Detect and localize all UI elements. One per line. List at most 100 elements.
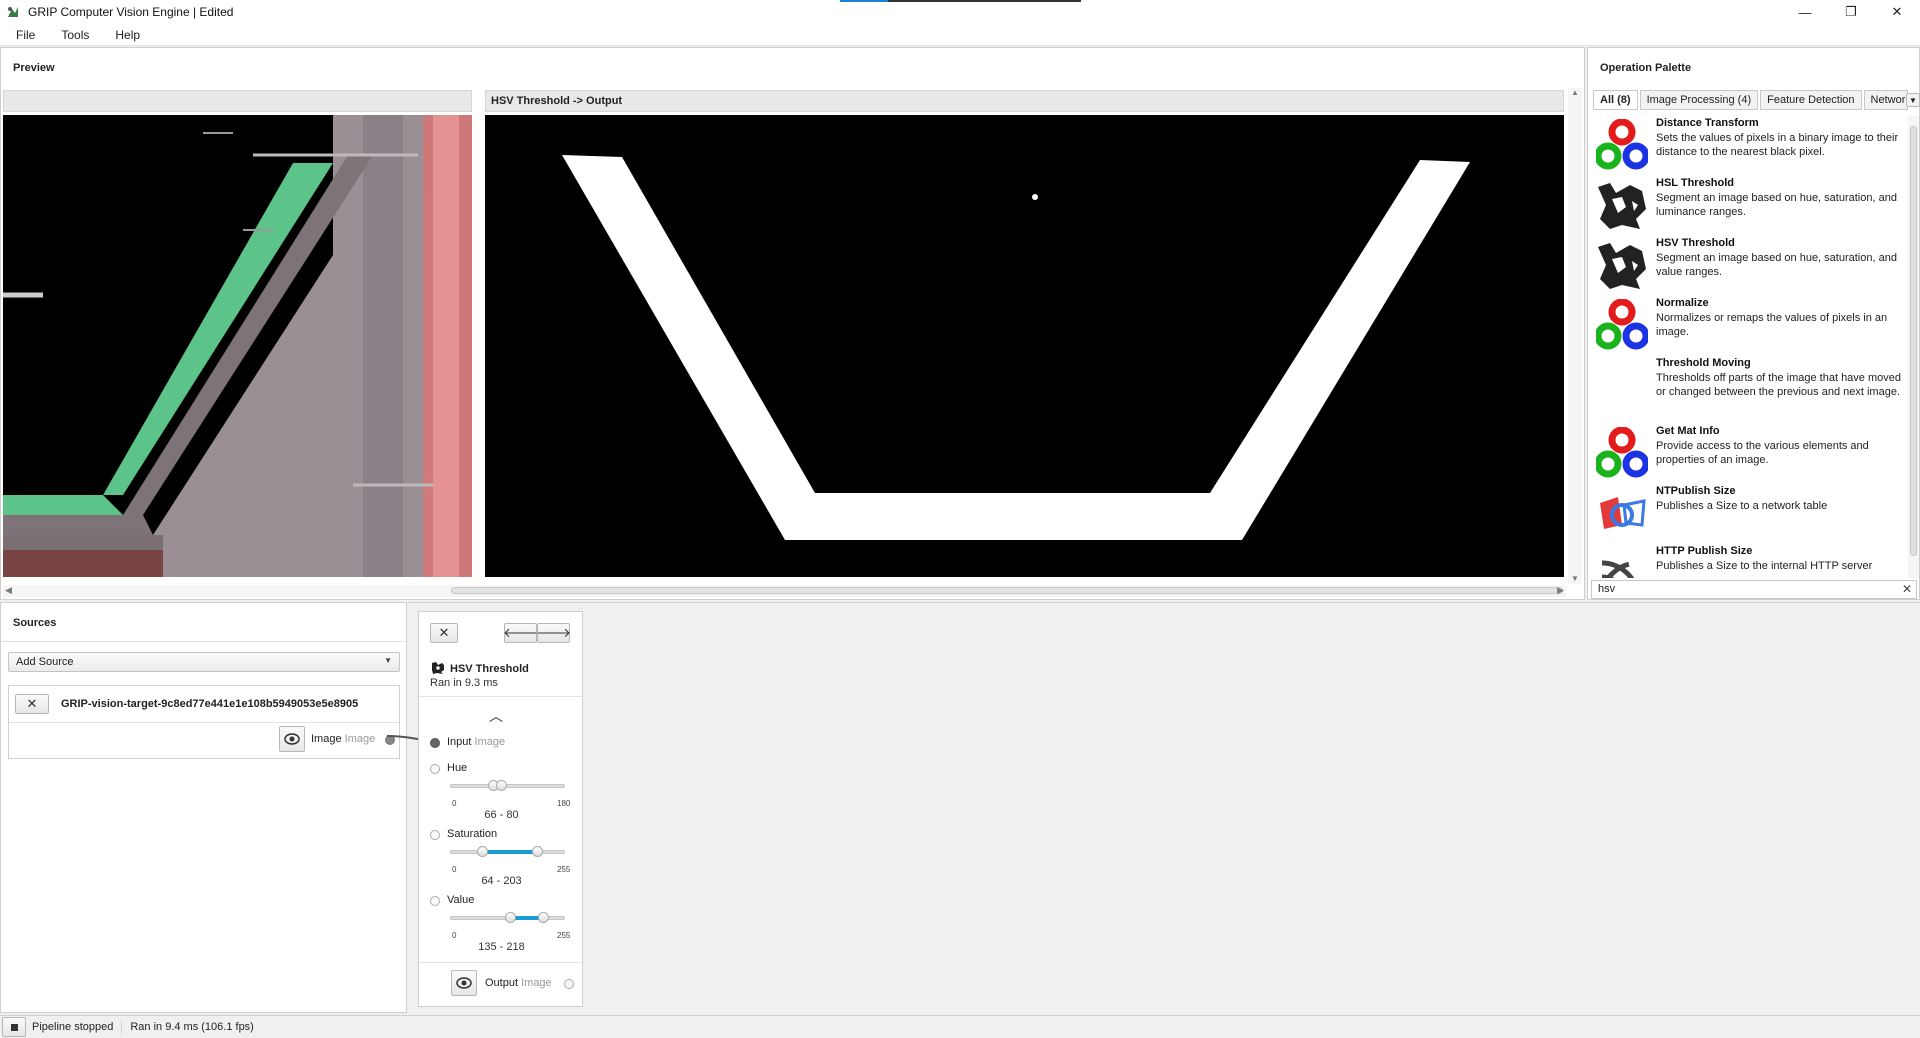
scroll-up-icon[interactable]: ▲ <box>1570 88 1580 98</box>
hue-slider[interactable] <box>450 780 565 791</box>
value-slider-low-handle[interactable] <box>505 912 516 923</box>
operation-name: Distance Transform <box>1656 117 1759 129</box>
add-source-dropdown[interactable]: Add Source ▼ <box>8 652 400 672</box>
hue-socket[interactable] <box>430 764 440 774</box>
threshold-icon <box>1596 179 1648 231</box>
saturation-slider-low-handle[interactable] <box>476 846 488 857</box>
operation-item[interactable]: NTPublish Size Publishes a Size to a net… <box>1596 485 1908 541</box>
operation-item[interactable]: Threshold Moving Thresholds off parts of… <box>1596 357 1908 425</box>
close-icon: ✕ <box>26 696 38 711</box>
saturation-slider-high-handle[interactable] <box>532 846 544 857</box>
clear-search-icon[interactable]: ✕ <box>1902 582 1912 596</box>
operation-name: NTPublish Size <box>1656 485 1736 497</box>
input-socket[interactable] <box>430 738 440 748</box>
saturation-range: 64 - 203 <box>481 875 522 887</box>
value-range: 135 - 218 <box>478 941 525 953</box>
scroll-down-icon[interactable]: ▼ <box>1570 574 1580 584</box>
output-socket[interactable] <box>564 979 574 989</box>
window-title: GRIP Computer Vision Engine | Edited <box>28 5 234 19</box>
saturation-socket[interactable] <box>430 830 440 840</box>
value-max: 255 <box>557 931 571 940</box>
sources-title: Sources <box>13 617 57 629</box>
value-min: 0 <box>452 931 457 940</box>
operation-name: Get Mat Info <box>1656 425 1720 437</box>
preview-toggle-button[interactable] <box>279 726 305 752</box>
move-left-button[interactable]: 🡐 <box>503 623 538 643</box>
remove-source-button[interactable]: ✕ <box>15 694 49 714</box>
hue-slider-high-handle[interactable] <box>496 780 508 791</box>
output-preview-toggle-button[interactable] <box>451 970 477 996</box>
status-bar: Pipeline stopped Ran in 9.4 ms (106.1 fp… <box>0 1015 1920 1038</box>
grip-app-icon <box>8 7 18 17</box>
tab-feature-detection[interactable]: Feature Detection <box>1760 90 1862 110</box>
menu-tools[interactable]: Tools <box>45 28 99 42</box>
output-socket-label: Image Image <box>311 733 375 745</box>
value-slider[interactable] <box>450 912 565 923</box>
preview-horizontal-scrollbar[interactable]: ◀ ▶ <box>3 585 1566 597</box>
move-right-button[interactable]: 🡒 <box>536 623 571 643</box>
restore-button[interactable]: ❐ <box>1828 0 1874 24</box>
saturation-slider[interactable] <box>450 846 565 857</box>
palette-scrollbar[interactable] <box>1908 116 1919 578</box>
opencv-icon <box>1596 119 1648 170</box>
operation-list: Distance Transform Sets the values of pi… <box>1596 117 1908 578</box>
menu-help[interactable]: Help <box>99 28 150 42</box>
threshold-icon <box>431 661 445 675</box>
value-socket[interactable] <box>430 896 440 906</box>
operation-description: Thresholds off parts of the image that h… <box>1656 372 1901 398</box>
sources-divider <box>1 641 406 642</box>
tab-image-processing[interactable]: Image Processing (4) <box>1639 90 1759 110</box>
source-card: ✕ GRIP-vision-target-9c8ed77e441e1e108b5… <box>8 685 400 759</box>
wifi-icon <box>1599 560 1635 578</box>
remove-step-button[interactable]: ✕ <box>430 623 458 643</box>
operation-name: Normalize <box>1656 297 1709 309</box>
operation-description: Publishes a Size to a network table <box>1656 500 1828 512</box>
pipeline-timing: Ran in 9.4 ms (106.1 fps) <box>130 1021 254 1033</box>
title-bar: GRIP Computer Vision Engine | Edited — ❐… <box>0 0 1920 24</box>
scroll-right-icon[interactable]: ▶ <box>1557 585 1564 596</box>
step-divider <box>419 696 582 697</box>
tab-network[interactable]: Network <box>1863 90 1908 110</box>
hue-max: 180 <box>557 799 571 808</box>
operation-item[interactable]: Get Mat Info Provide access to the vario… <box>1596 425 1908 481</box>
operation-item[interactable]: HTTP Publish Size Publishes a Size to th… <box>1596 545 1908 578</box>
hue-min: 0 <box>452 799 457 808</box>
operation-item[interactable]: HSV Threshold Segment an image based on … <box>1596 237 1908 293</box>
preview-scroll-thumb[interactable] <box>451 587 1563 594</box>
source-separator <box>9 722 399 723</box>
output-type: Image <box>521 977 552 989</box>
output-label-text: Output <box>485 977 519 989</box>
value-slider-high-handle[interactable] <box>538 912 550 923</box>
palette-scroll-thumb[interactable] <box>1910 126 1917 556</box>
operation-name: Threshold Moving <box>1656 357 1751 369</box>
operation-name: HTTP Publish Size <box>1656 545 1753 557</box>
operation-name: HSV Threshold <box>1656 237 1735 249</box>
chevron-up-icon[interactable]: ︿ <box>489 706 503 726</box>
operation-item[interactable]: Distance Transform Sets the values of pi… <box>1596 117 1908 173</box>
opencv-icon <box>1596 427 1648 478</box>
preview-vertical-scrollbar[interactable]: ▲ ▼ <box>1568 88 1582 584</box>
tabs-dropdown-button[interactable]: ▼ <box>1906 93 1920 107</box>
step-card-hsv-threshold: ✕ 🡐 🡒 HSV Threshold Ran in 9.3 ms ︿ Inpu… <box>418 611 583 1007</box>
operation-item[interactable]: Normalize Normalizes or remaps the value… <box>1596 297 1908 353</box>
scroll-left-icon[interactable]: ◀ <box>5 585 12 596</box>
operation-palette: Operation Palette All (8) Image Processi… <box>1587 47 1920 600</box>
operation-item[interactable]: HSL Threshold Segment an image based on … <box>1596 177 1908 233</box>
close-button[interactable]: ✕ <box>1874 0 1920 24</box>
step-title: HSV Threshold <box>450 663 529 675</box>
output-preview-image <box>485 115 1564 577</box>
palette-tabs: All (8) Image Processing (4) Feature Det… <box>1593 90 1910 110</box>
saturation-label: Saturation <box>447 828 498 840</box>
tab-all[interactable]: All (8) <box>1593 90 1638 110</box>
minimize-button[interactable]: — <box>1782 0 1828 24</box>
threshold-icon <box>1596 239 1648 291</box>
arrow-left-icon: 🡐 <box>503 625 538 640</box>
title-accent <box>840 0 888 2</box>
output-label: Output Image <box>485 977 552 989</box>
sources-panel: Sources Add Source ▼ ✕ GRIP-vision-targe… <box>0 602 407 1013</box>
menu-file[interactable]: File <box>0 28 45 42</box>
threshold-mask-graphic <box>485 115 1564 577</box>
pipeline-toggle-button[interactable] <box>2 1017 26 1037</box>
palette-search-input[interactable]: hsv ✕ <box>1591 580 1917 599</box>
opencv-icon <box>1596 299 1648 350</box>
